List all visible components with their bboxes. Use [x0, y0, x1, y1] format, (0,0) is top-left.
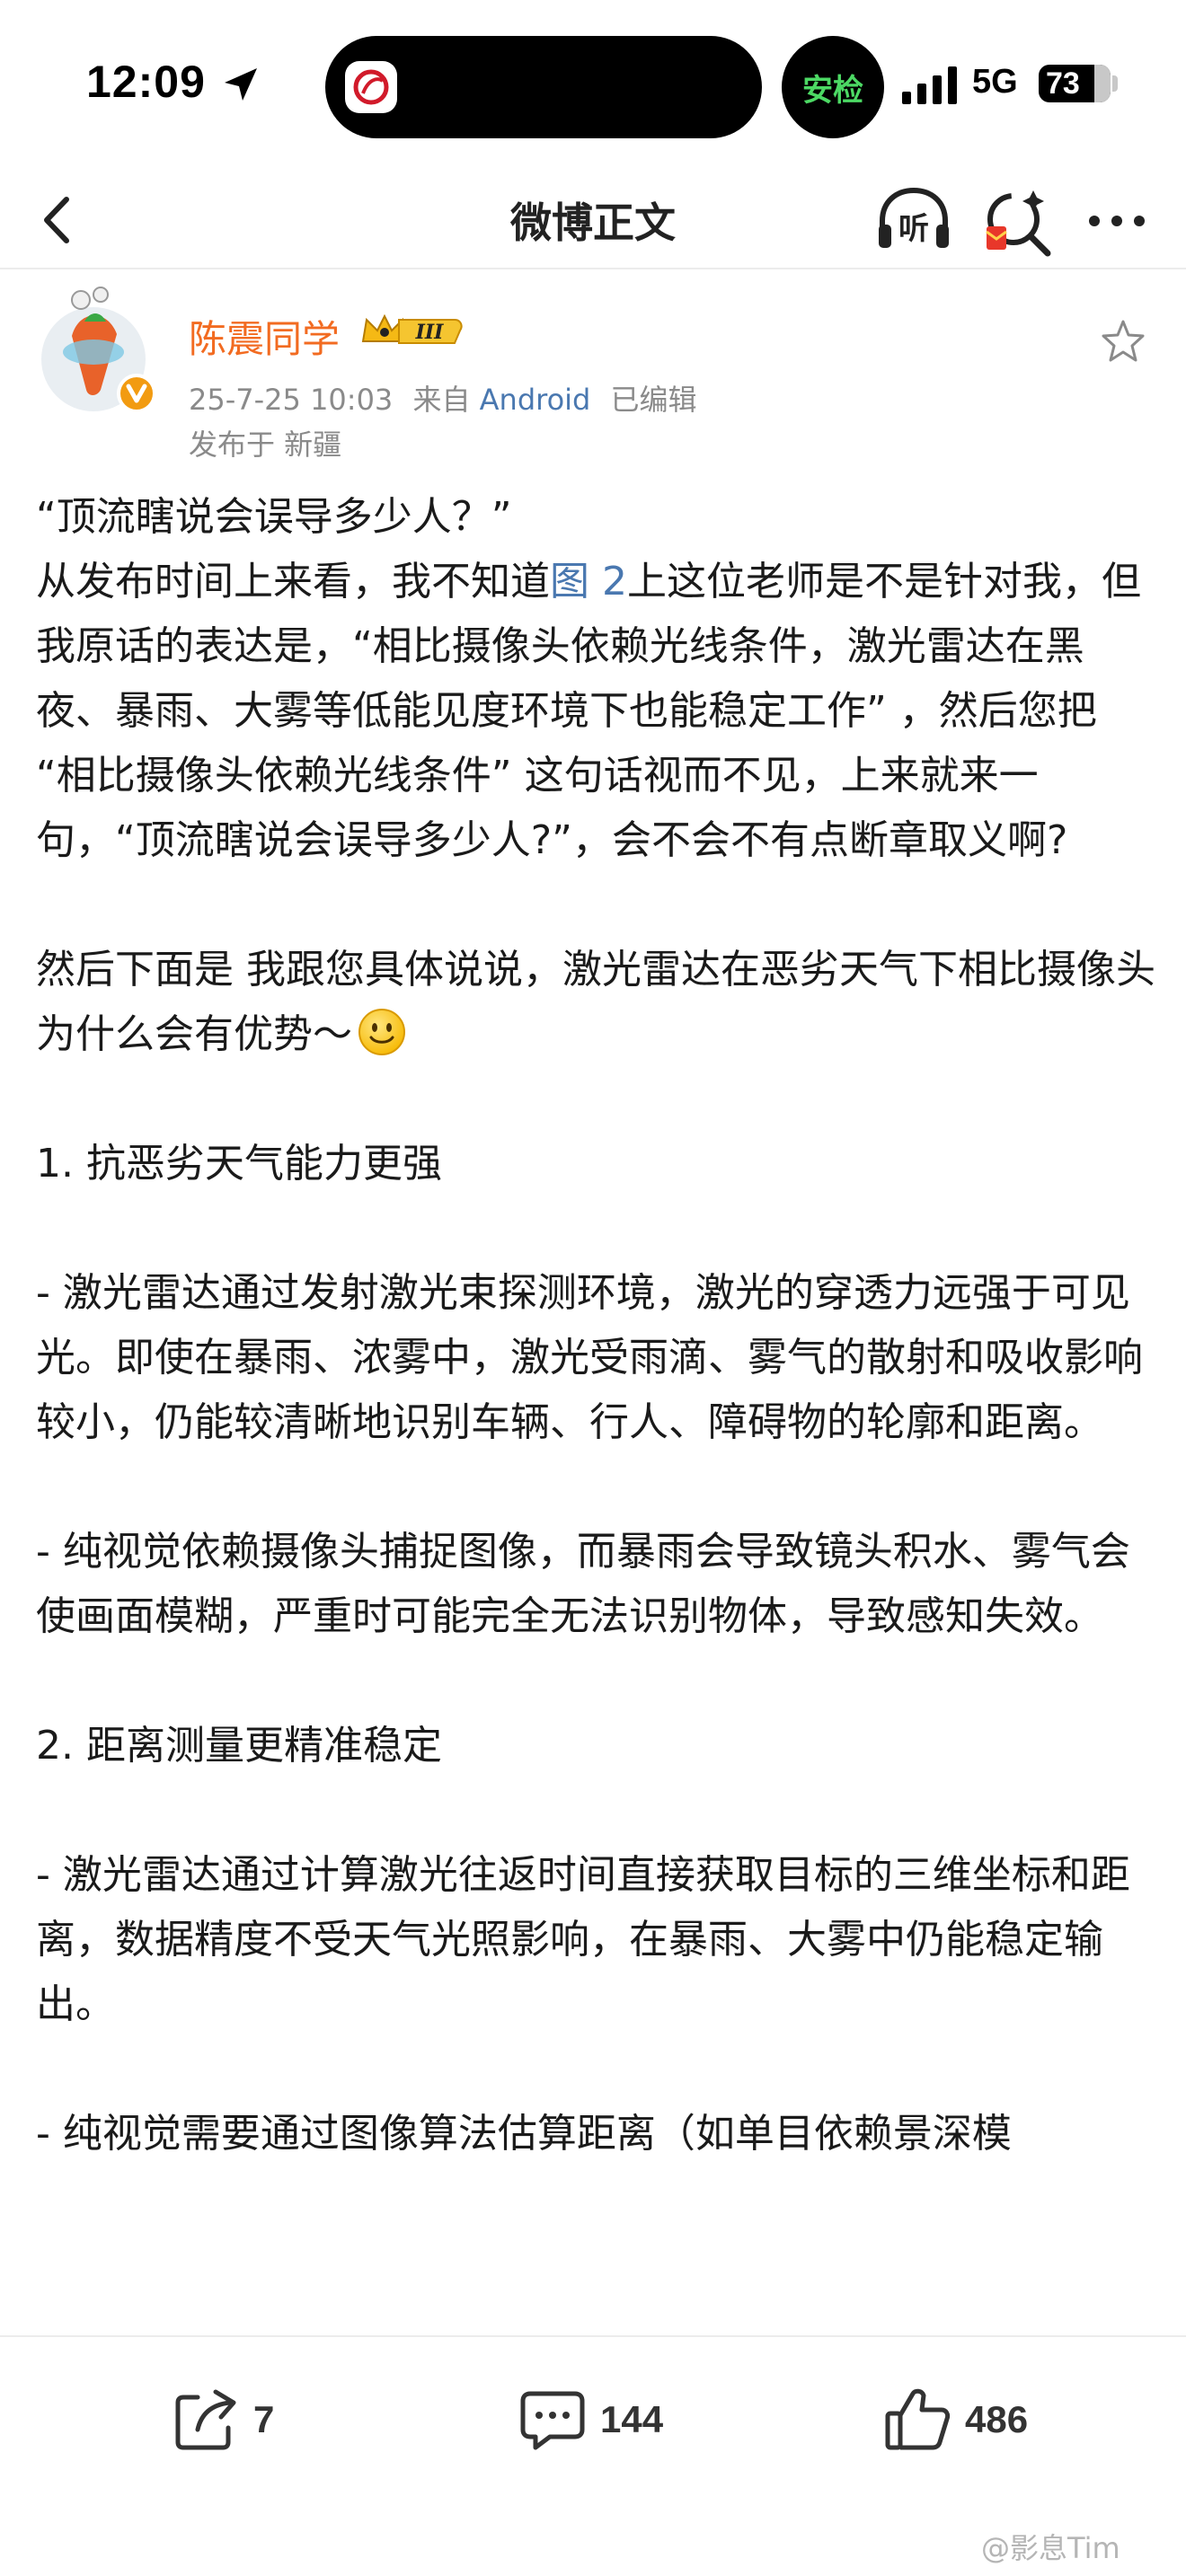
safety-check-indicator[interactable]: 安检 — [782, 36, 884, 138]
vip-level: III — [415, 321, 445, 344]
body-paragraph-8: - 激光雷达通过计算激光往返时间直接获取目标的三维坐标和距离，数据精度不受天气光… — [36, 1852, 1130, 2027]
post-date: 25-7-25 10:03 — [189, 383, 394, 417]
source-prefix: 来自 — [412, 383, 471, 417]
battery-indicator: 73 — [1039, 65, 1111, 102]
airline-app-icon — [345, 61, 397, 113]
body-paragraph-5: - 激光雷达通过发射激光束探测环境，激光的穿透力远强于可见光。即使在暴雨、浓雾中… — [36, 1270, 1143, 1445]
status-bar: 12:09 安检 5G 73 — [0, 0, 1186, 171]
comment-count: 144 — [600, 2398, 664, 2440]
battery-cap — [1112, 75, 1118, 92]
status-time: 12:09 — [86, 57, 206, 107]
edited-label[interactable]: 已编辑 — [611, 383, 697, 417]
image-2-link[interactable]: 图 2 — [550, 559, 627, 604]
body-paragraph-3: 然后下面是 我跟您具体说说，激光雷达在恶劣天气下相比摄像头为什么会有优势～ — [36, 938, 1159, 1067]
body-paragraph-2: 从发布时间上来看，我不知道图 2上这位老师是不是针对我，但我原话的表达是，“相比… — [36, 550, 1159, 873]
like-count: 486 — [965, 2398, 1029, 2440]
body-heading-2: 2. 距离测量更精准稳定 — [36, 1723, 442, 1769]
like-button[interactable]: 486 — [882, 2384, 1028, 2456]
post-meta: 25-7-25 10:03 来自 Android 已编辑 — [189, 377, 697, 419]
weibo-watermark: @影息Tim — [981, 2531, 1120, 2565]
repost-button[interactable]: 7 — [171, 2384, 274, 2456]
body-paragraph-1: “顶流瞎说会误导多少人？” — [36, 494, 512, 540]
dynamic-island[interactable] — [325, 36, 762, 138]
headphones-listen-icon[interactable]: 听 — [875, 185, 952, 255]
favorite-star-icon[interactable] — [1100, 318, 1146, 365]
post-location: 发布于 新疆 — [189, 428, 342, 462]
author-avatar[interactable] — [36, 282, 156, 417]
ai-search-icon[interactable] — [979, 185, 1057, 257]
listen-label: 听 — [898, 211, 929, 247]
body-p2-text-before: 从发布时间上来看，我不知道 — [36, 559, 550, 604]
post-body: “顶流瞎说会误导多少人？” 从发布时间上来看，我不知道图 2上这位老师是不是针对… — [36, 485, 1159, 2335]
author-name[interactable]: 陈震同学 — [189, 309, 340, 364]
thumbs-up-icon — [885, 2388, 951, 2450]
share-icon — [175, 2389, 236, 2450]
comment-icon — [520, 2391, 585, 2450]
location-arrow-icon — [225, 68, 257, 101]
repost-count: 7 — [253, 2398, 275, 2440]
post-source[interactable]: Android — [480, 383, 591, 417]
cellular-signal-icon — [902, 66, 957, 104]
nav-bar: 微博正文 听 — [0, 171, 1186, 269]
body-paragraph-6: - 纯视觉依赖摄像头捕捉图像，而暴雨会导致镜头积水、雾气会使画面模糊，严重时可能… — [36, 1529, 1130, 1639]
body-p3-text: 然后下面是 我跟您具体说说，激光雷达在恶劣天气下相比摄像头为什么会有优势～ — [36, 947, 1155, 1057]
vip-crown-badge-icon[interactable]: III — [359, 311, 465, 352]
body-heading-1: 1. 抗恶劣天气能力更强 — [36, 1141, 442, 1187]
smiley-emoji-icon — [358, 1009, 405, 1055]
network-type: 5G — [972, 63, 1018, 101]
body-paragraph-9: - 纯视觉需要通过图像算法估算距离（如单目依赖景深模 — [36, 2111, 1012, 2157]
comment-button[interactable]: 144 — [518, 2384, 663, 2456]
more-options-icon[interactable] — [1085, 196, 1148, 246]
battery-level: 73 — [1046, 66, 1080, 101]
safety-check-label: 安检 — [802, 72, 863, 109]
